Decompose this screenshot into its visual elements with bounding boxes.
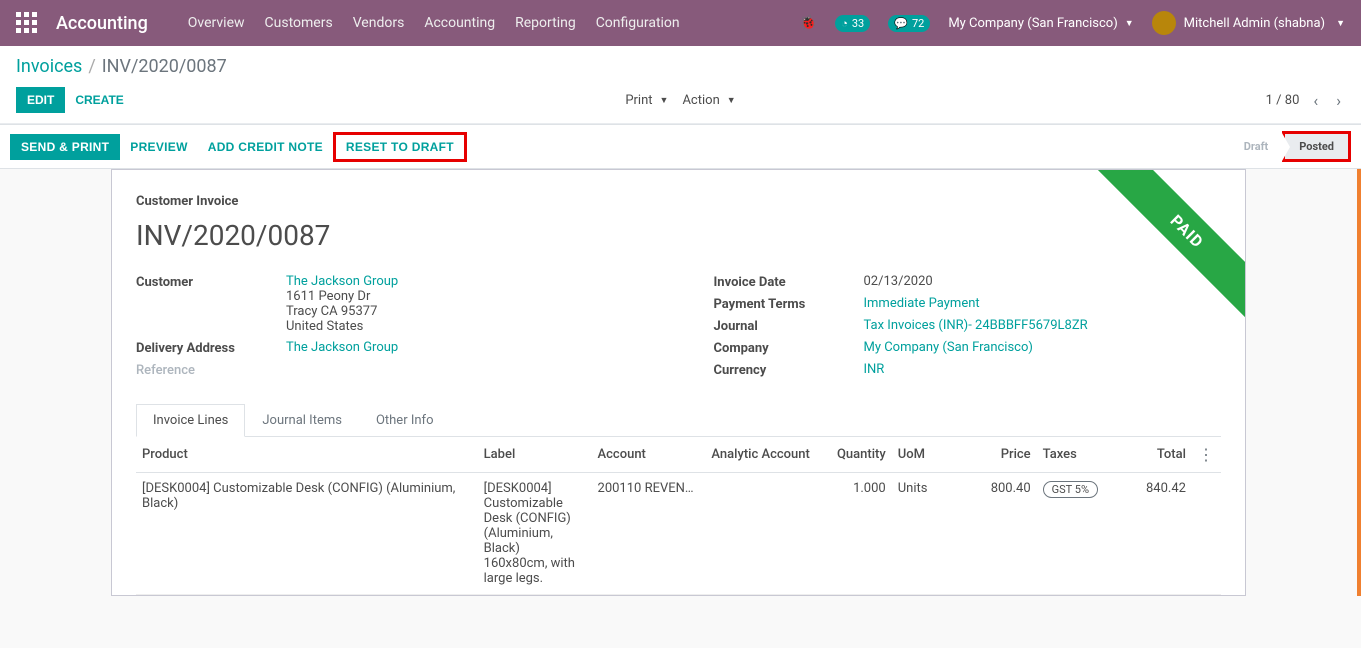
label-invoice-date: Invoice Date	[714, 274, 864, 290]
cell-account: 200110 REVEN…	[592, 473, 706, 595]
tab-other-info[interactable]: Other Info	[359, 404, 451, 437]
form-sheet: PAID Customer Invoice INV/2020/0087 Cust…	[111, 169, 1246, 596]
table-header-row: Product Label Account Analytic Account Q…	[136, 437, 1221, 473]
activities-badge[interactable]: ◔ 33	[835, 15, 870, 32]
cell-total: 840.42	[1109, 473, 1192, 595]
pager-prev-icon[interactable]: ‹	[1309, 89, 1322, 112]
column-options-icon[interactable]: ⋮	[1198, 445, 1214, 464]
caret-down-icon: ▼	[727, 95, 736, 106]
value-customer: The Jackson Group 1611 Peony Dr Tracy CA…	[286, 274, 644, 334]
main-menu: Overview Customers Vendors Accounting Re…	[188, 15, 680, 31]
section-title: Customer Invoice	[136, 194, 1221, 209]
customer-link[interactable]: The Jackson Group	[286, 274, 644, 289]
preview-button[interactable]: Preview	[120, 135, 197, 159]
company-link[interactable]: My Company (San Francisco)	[864, 340, 1033, 355]
nav-right: 🐞 ◔ 33 💬 72 My Company (San Francisco) ▼…	[800, 11, 1345, 35]
discuss-badge[interactable]: 💬 72	[888, 15, 930, 32]
col-quantity: Quantity	[819, 437, 891, 473]
create-button[interactable]: Create	[65, 88, 133, 112]
stage-posted[interactable]: Posted	[1282, 131, 1351, 162]
bug-icon[interactable]: 🐞	[800, 15, 817, 31]
caret-down-icon: ▼	[1336, 18, 1345, 29]
paid-ribbon: PAID	[1085, 170, 1245, 330]
cell-label: [DESK0004] Customizable Desk (CONFIG) (A…	[478, 473, 592, 595]
tab-invoice-lines[interactable]: Invoice Lines	[136, 404, 245, 437]
cell-taxes: GST 5%	[1037, 473, 1109, 595]
chat-icon: 💬	[894, 17, 908, 30]
stage-draft[interactable]: Draft	[1230, 134, 1283, 159]
menu-accounting[interactable]: Accounting	[424, 15, 495, 31]
col-price: Price	[954, 437, 1037, 473]
control-panel: Invoices / INV/2020/0087 Edit Create Pri…	[0, 46, 1361, 124]
app-brand: Accounting	[56, 13, 148, 34]
reset-to-draft-highlight: Reset to Draft	[333, 132, 467, 162]
company-switcher[interactable]: My Company (San Francisco) ▼	[948, 16, 1133, 31]
cell-product: [DESK0004] Customizable Desk (CONFIG) (A…	[136, 473, 478, 595]
form-fields: Customer The Jackson Group 1611 Peony Dr…	[136, 274, 1221, 384]
invoice-number: INV/2020/0087	[136, 219, 1221, 252]
col-taxes: Taxes	[1037, 437, 1109, 473]
send-print-button[interactable]: Send & Print	[10, 134, 120, 160]
sheet-background: PAID Customer Invoice INV/2020/0087 Cust…	[0, 169, 1361, 596]
col-total: Total	[1109, 437, 1192, 473]
label-journal: Journal	[714, 318, 864, 334]
cell-quantity: 1.000	[819, 473, 891, 595]
table-row[interactable]: [DESK0004] Customizable Desk (CONFIG) (A…	[136, 473, 1221, 595]
breadcrumb-root[interactable]: Invoices	[16, 56, 82, 77]
label-currency: Currency	[714, 362, 864, 378]
clock-icon: ◔	[841, 17, 848, 30]
pager-next-icon[interactable]: ›	[1332, 89, 1345, 112]
delivery-link[interactable]: The Jackson Group	[286, 340, 398, 355]
user-menu[interactable]: Mitchell Admin (shabna) ▼	[1152, 11, 1345, 35]
breadcrumb-separator: /	[88, 56, 95, 77]
cell-uom: Units	[892, 473, 954, 595]
menu-customers[interactable]: Customers	[265, 15, 333, 31]
caret-down-icon: ▼	[660, 95, 669, 106]
avatar	[1152, 11, 1176, 35]
menu-configuration[interactable]: Configuration	[596, 15, 680, 31]
breadcrumb-current: INV/2020/0087	[102, 56, 227, 77]
menu-overview[interactable]: Overview	[188, 15, 245, 31]
invoice-lines-table: Product Label Account Analytic Account Q…	[136, 437, 1221, 595]
edit-button[interactable]: Edit	[16, 87, 65, 113]
breadcrumb: Invoices / INV/2020/0087	[16, 56, 1345, 77]
statusbar: Send & Print Preview Add Credit Note Res…	[0, 124, 1361, 169]
label-payment-terms: Payment Terms	[714, 296, 864, 312]
apps-icon[interactable]	[16, 12, 38, 34]
tax-tag: GST 5%	[1043, 481, 1098, 498]
col-product: Product	[136, 437, 478, 473]
pager-value: 1 / 80	[1266, 93, 1300, 108]
action-dropdown[interactable]: Action▼	[682, 93, 735, 108]
label-reference: Reference	[136, 362, 286, 378]
top-nav: Accounting Overview Customers Vendors Ac…	[0, 0, 1361, 46]
cell-price: 800.40	[954, 473, 1037, 595]
menu-reporting[interactable]: Reporting	[515, 15, 576, 31]
cell-analytic	[705, 473, 819, 595]
pager: 1 / 80 ‹ ›	[1266, 89, 1345, 112]
reset-to-draft-button[interactable]: Reset to Draft	[336, 135, 464, 159]
col-analytic: Analytic Account	[705, 437, 819, 473]
add-credit-note-button[interactable]: Add Credit Note	[198, 135, 333, 159]
label-delivery: Delivery Address	[136, 340, 286, 356]
notebook-tabs: Invoice Lines Journal Items Other Info	[136, 404, 1221, 437]
col-uom: UoM	[892, 437, 954, 473]
col-account: Account	[592, 437, 706, 473]
menu-vendors[interactable]: Vendors	[353, 15, 405, 31]
center-actions: Print▼ Action▼	[625, 93, 735, 108]
left-column: Customer The Jackson Group 1611 Peony Dr…	[136, 274, 644, 384]
label-company: Company	[714, 340, 864, 356]
currency-link[interactable]: INR	[864, 362, 885, 377]
col-label: Label	[478, 437, 592, 473]
tab-journal-items[interactable]: Journal Items	[245, 404, 359, 437]
payment-terms-link[interactable]: Immediate Payment	[864, 296, 980, 311]
caret-down-icon: ▼	[1125, 18, 1134, 29]
status-stages: Draft Posted	[1230, 131, 1351, 162]
journal-link[interactable]: Tax Invoices (INR)- 24BBBFF5679L8ZR	[864, 318, 1088, 333]
print-dropdown[interactable]: Print▼	[625, 93, 668, 108]
label-customer: Customer	[136, 274, 286, 290]
